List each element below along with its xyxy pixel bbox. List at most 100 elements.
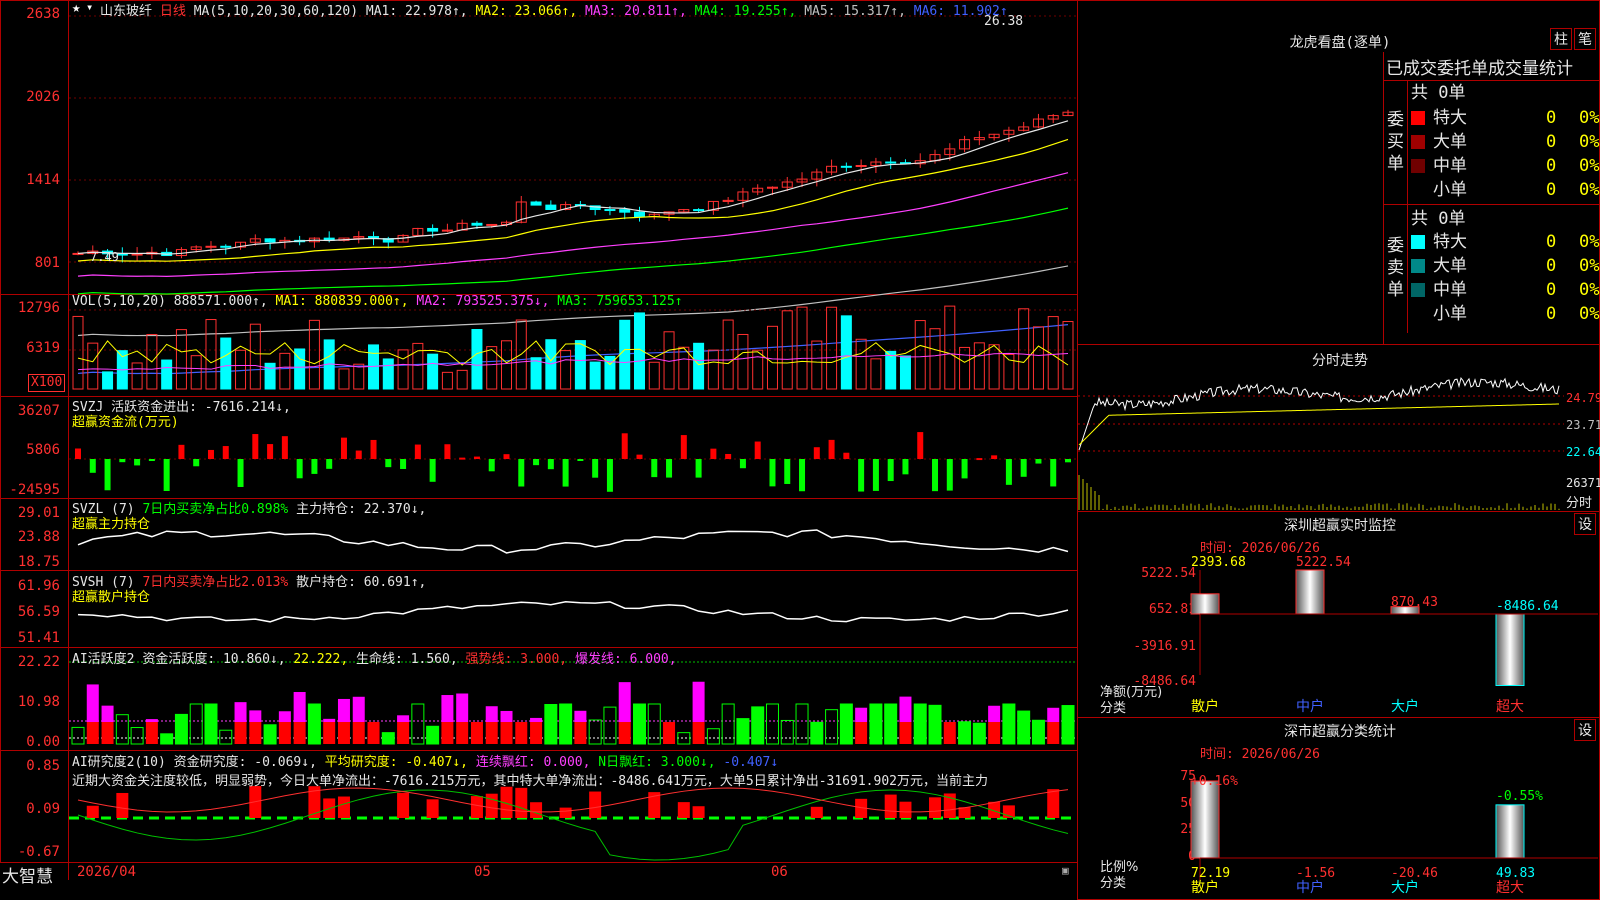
flow-bar	[385, 459, 392, 468]
vol-ma1: MA1: 880839.000↑,	[275, 294, 409, 309]
ai-research-y-label-3: -0.67	[17, 844, 60, 860]
volume-bar	[175, 329, 187, 390]
flow-bar	[119, 459, 126, 463]
buy-row[interactable]: 小单 0 0%	[1411, 178, 1600, 202]
research-bar	[589, 791, 602, 818]
flow-bar	[1035, 459, 1042, 464]
vol-unit-button[interactable]: X100	[28, 374, 66, 392]
sz-category-settings-button[interactable]: 设	[1574, 719, 1596, 741]
buy-row-value: 0	[1546, 108, 1557, 128]
svsh-sub: 超赢散户持仓	[72, 590, 151, 605]
candle	[840, 165, 852, 168]
volume-bar	[235, 349, 247, 390]
volume-bar	[988, 344, 1000, 390]
x-label-jun: 06	[771, 864, 788, 880]
ai-research-name[interactable]: AI研究度2(10)	[72, 755, 166, 770]
flow-bar	[370, 439, 377, 459]
activity-bar	[130, 727, 144, 745]
sell-row[interactable]: 大单 0 0%	[1411, 254, 1600, 278]
activity-bar-base	[988, 722, 1001, 744]
activity-bar-base	[397, 722, 410, 744]
activity-bar	[1061, 705, 1075, 745]
main-chart-canvas[interactable]	[0, 0, 1078, 880]
buy-row-name: 大单	[1433, 132, 1467, 152]
flow-bar	[222, 446, 229, 459]
candle	[604, 209, 616, 212]
svzl-hold: 主力持仓: 22.370↓,	[296, 502, 427, 517]
volume-bar	[840, 315, 852, 390]
sell-row[interactable]: 小单 0 0%	[1411, 302, 1600, 326]
sell-row-pct: 0%	[1579, 232, 1600, 252]
buy-row[interactable]: 特大 0 0%	[1411, 106, 1600, 130]
sell-row[interactable]: 特大 0 0%	[1411, 230, 1600, 254]
research-bar	[116, 792, 129, 818]
buy-row-name: 中单	[1433, 156, 1467, 176]
flow-bar	[710, 448, 717, 459]
volume-bar	[944, 305, 956, 390]
activity-bar	[839, 703, 853, 745]
research-bar	[884, 794, 897, 818]
research-bar	[515, 787, 528, 818]
activity-bar-top	[692, 681, 705, 722]
activity-bar-base	[618, 722, 631, 744]
vol-name[interactable]: VOL(5,10,20)	[72, 294, 166, 309]
volume-bar	[707, 349, 719, 390]
flow-bar	[134, 459, 141, 466]
activity-bar	[765, 703, 779, 745]
research-bar	[397, 792, 410, 818]
flow-bar	[488, 459, 495, 472]
flow-bar	[725, 453, 732, 459]
research-bar	[559, 807, 572, 818]
volume-bar	[102, 371, 114, 390]
activity-bar-base	[500, 722, 513, 744]
flow-bar	[577, 459, 584, 461]
dropdown-arrow-icon[interactable]: ▾	[86, 0, 93, 14]
activity-bar-top	[485, 706, 498, 722]
candle	[633, 211, 645, 218]
ai-active-act: 资金活跃度: 10.860↓,	[142, 652, 286, 667]
flow-bar	[75, 448, 81, 459]
activity-bar	[721, 703, 735, 745]
activity-bar	[751, 706, 765, 745]
lock-icon[interactable]: ▣	[1062, 864, 1069, 877]
buy-row[interactable]: 中单 0 0%	[1411, 154, 1600, 178]
activity-bar	[1002, 703, 1016, 745]
period-label[interactable]: 日线	[160, 4, 186, 19]
sell-swatch	[1411, 307, 1425, 321]
ma1-value: MA1: 22.978↑,	[365, 4, 468, 19]
activity-bar	[913, 703, 927, 745]
activity-bar-base	[899, 722, 912, 744]
ma3-value: MA3: 20.811↑,	[585, 4, 687, 19]
tick-mode-button[interactable]: 笔	[1574, 28, 1596, 50]
candle	[264, 238, 276, 243]
buy-swatch	[1411, 183, 1425, 197]
buy-row-value: 0	[1546, 180, 1557, 200]
flow-bar	[1065, 459, 1071, 463]
flow-bar	[163, 459, 170, 491]
activity-bar-top	[145, 719, 158, 722]
activity-bar-base	[515, 722, 528, 744]
activity-bar-base	[574, 722, 587, 744]
sz-monitor-settings-button[interactable]: 设	[1574, 513, 1596, 535]
flow-bar	[946, 459, 953, 491]
buy-row[interactable]: 大单 0 0%	[1411, 130, 1600, 154]
research-bar	[899, 801, 912, 818]
flow-bar	[562, 459, 569, 487]
ai-active-name[interactable]: AI活跃度2	[72, 652, 134, 667]
bar-mode-button[interactable]: 柱	[1550, 28, 1572, 50]
sell-row[interactable]: 中单 0 0%	[1411, 278, 1600, 302]
activity-bar-top	[988, 705, 1001, 722]
sell-orders-section: 委卖单 共 0单 特大 0 0% 大单 0 0% 中单 0 0% 小单 0 0%	[1383, 204, 1600, 333]
volume-bar	[693, 342, 705, 390]
volume-bar	[811, 340, 823, 390]
star-icon[interactable]: ★	[72, 0, 80, 16]
volume-bar	[161, 359, 173, 390]
flow-bar	[473, 456, 480, 459]
activity-bar	[706, 728, 720, 745]
stock-name[interactable]: 山东玻纤	[100, 4, 152, 19]
activity-bar	[160, 733, 174, 745]
sell-row-name: 中单	[1433, 280, 1467, 300]
flow-bar	[813, 447, 820, 459]
x-label-apr: 2026/04	[77, 864, 137, 880]
sell-row-pct: 0%	[1579, 304, 1600, 324]
